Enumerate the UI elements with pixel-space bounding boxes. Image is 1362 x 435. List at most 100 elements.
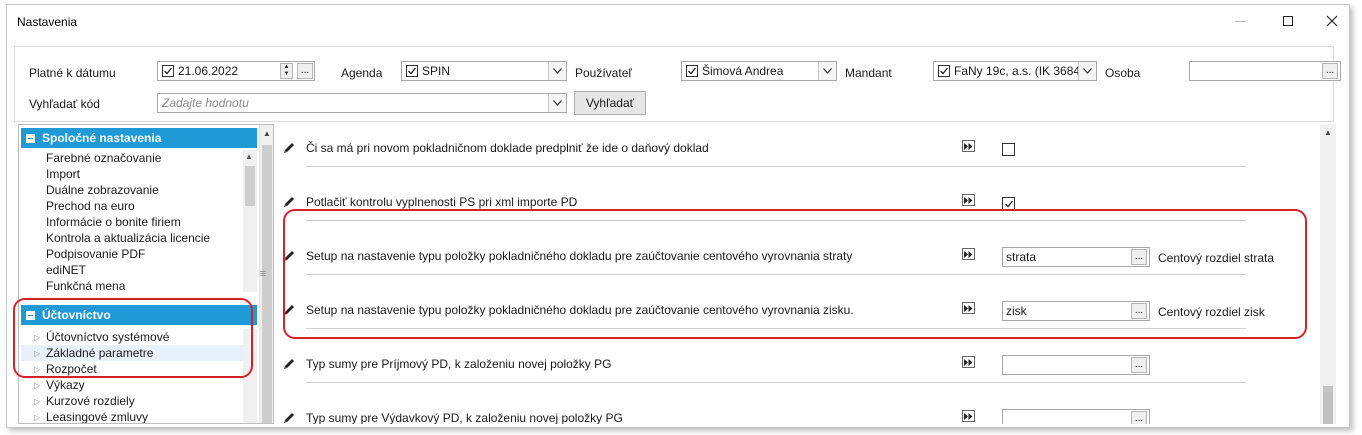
row-divider [306, 382, 1246, 383]
maximize-button[interactable] [1277, 11, 1299, 31]
pencil-icon[interactable] [282, 141, 296, 155]
check-icon [408, 67, 417, 75]
osoba-field[interactable]: ... [1189, 61, 1341, 81]
group-scrollbar[interactable]: ▲ [243, 150, 257, 292]
mandant-dropdown-button[interactable] [1078, 62, 1096, 80]
osoba-label: Osoba [1105, 66, 1141, 80]
group-header-accounting[interactable]: Účtovníctvo [21, 305, 257, 325]
settings-list: Či sa má pri novom pokladničnom doklade … [276, 122, 1344, 424]
tree-item[interactable]: ▷ Rozpočet [21, 361, 97, 377]
value-picker-button[interactable]: ... [1131, 303, 1147, 319]
date-field[interactable]: 21.06.2022 ▲ ▼ ... [157, 61, 315, 81]
tree-item[interactable]: Duálne zobrazovanie [21, 182, 159, 198]
group-header-common[interactable]: Spoločné nastavenia [21, 128, 257, 148]
expand-arrow-icon: ▷ [34, 412, 41, 422]
search-placeholder: Zadajte hodnotu [162, 96, 249, 110]
goto-button[interactable] [962, 194, 975, 206]
settings-scrollbar[interactable]: ▲ [1320, 124, 1336, 424]
pencil-icon[interactable] [282, 249, 296, 263]
settings-tree: Spoločné nastavenia Farebné označovanie … [18, 124, 274, 424]
value-picker-button[interactable]: ... [1131, 249, 1147, 265]
goto-button[interactable] [962, 140, 975, 152]
agenda-checkbox[interactable] [406, 65, 418, 77]
tree-item[interactable]: ediNET [21, 262, 86, 278]
goto-button[interactable] [962, 410, 975, 422]
fast-forward-icon [964, 304, 973, 312]
scroll-up-icon: ▲ [245, 152, 253, 161]
setting-value-field[interactable]: strata ... [1002, 247, 1150, 267]
tree-item[interactable]: Kontrola a aktualizácia licencie [21, 230, 210, 246]
agenda-dropdown-button[interactable] [548, 62, 566, 80]
pencil-icon[interactable] [282, 303, 296, 317]
tree-item[interactable]: Farebné označovanie [21, 150, 161, 166]
panel-splitter[interactable]: ≡ [257, 124, 269, 424]
fast-forward-icon [964, 358, 973, 366]
setting-checkbox[interactable] [1002, 197, 1015, 210]
tree-item[interactable]: ▷ Výkazy [21, 377, 85, 393]
setting-checkbox[interactable] [1002, 143, 1015, 156]
agenda-value: SPIN [422, 64, 451, 78]
fast-forward-icon [964, 196, 973, 204]
fast-forward-icon [964, 412, 973, 420]
group-list-accounting: ▷ Účtovníctvo systémové ▷ Základné paramet… [21, 329, 257, 423]
chevron-down-icon [823, 68, 832, 74]
value-picker-button[interactable]: ... [1131, 357, 1147, 373]
scroll-thumb[interactable] [1323, 386, 1333, 424]
date-picker-button[interactable]: ... [297, 63, 313, 79]
setting-row: Setup na nastavenie typu položky pokladn… [276, 236, 1276, 290]
pencil-icon[interactable] [282, 357, 296, 371]
tree-item[interactable]: Informácie o bonite firiem [21, 214, 181, 230]
tree-item[interactable]: ▷ Leasingové zmluvy [21, 409, 148, 423]
close-button[interactable] [1321, 11, 1343, 31]
tree-item[interactable]: ▷ Základné parametre [21, 345, 243, 361]
tree-item[interactable]: Funkčná mena [21, 278, 125, 294]
mandant-select[interactable]: FaNy 19c, a.s. (IK 36842 [933, 61, 1097, 81]
agenda-select[interactable]: SPIN [401, 61, 567, 81]
user-select[interactable]: Šimová Andrea [681, 61, 837, 81]
maximize-icon [1283, 16, 1293, 26]
setting-description: Setup na nastavenie typu položky pokladn… [306, 303, 854, 317]
row-divider [306, 166, 1246, 167]
pencil-icon[interactable] [282, 195, 296, 209]
setting-value-field[interactable]: ... [1002, 355, 1150, 375]
setting-row: Typ sumy pre Príjmový PD, k založeniu no… [276, 344, 1276, 398]
tree-item[interactable]: ▷ Kurzové rozdiely [21, 393, 135, 409]
goto-button[interactable] [962, 248, 975, 260]
goto-button[interactable] [962, 302, 975, 314]
user-label: Používateľ [575, 66, 632, 80]
spin-up-icon: ▲ [283, 64, 290, 70]
scroll-thumb[interactable] [245, 166, 255, 206]
search-button[interactable]: Vyhľadať [574, 91, 646, 115]
user-checkbox[interactable] [686, 65, 698, 77]
agenda-label: Agenda [341, 66, 383, 80]
spin-down-icon: ▼ [283, 71, 290, 77]
setting-description: Potlačiť kontrolu vyplnenosti PS pri xml… [306, 195, 578, 209]
user-value: Šimová Andrea [702, 64, 784, 78]
search-input[interactable]: Zadajte hodnotu [157, 93, 567, 113]
group-list-common: Farebné označovanie Import Duálne zobraz… [21, 150, 257, 294]
goto-button[interactable] [962, 356, 975, 368]
tree-item[interactable]: Prechod na euro [21, 198, 135, 214]
fast-forward-icon [964, 142, 973, 150]
minimize-button[interactable] [1229, 11, 1251, 31]
mandant-checkbox[interactable] [938, 65, 950, 77]
date-checkbox[interactable] [162, 65, 174, 77]
pencil-icon[interactable] [282, 411, 296, 424]
group-scrollbar[interactable] [243, 329, 257, 423]
user-dropdown-button[interactable] [818, 62, 836, 80]
chevron-down-icon [553, 100, 562, 106]
value-picker-button[interactable]: ... [1131, 411, 1147, 424]
mandant-value: FaNy 19c, a.s. (IK 36842 [954, 64, 1080, 78]
date-spinner[interactable]: ▲ ▼ [280, 63, 293, 79]
expand-arrow-icon: ▷ [34, 396, 41, 406]
osoba-picker-button[interactable]: ... [1322, 63, 1338, 79]
tree-item[interactable]: Import [21, 166, 80, 182]
setting-value: strata [1006, 250, 1037, 264]
setting-value-field[interactable]: zisk ... [1002, 301, 1150, 321]
tree-item[interactable]: Podpisovanie PDF [21, 246, 145, 262]
tree-item[interactable]: ▷ Účtovníctvo systémové [21, 329, 169, 345]
search-dropdown-button[interactable] [548, 94, 566, 112]
collapse-icon [26, 133, 35, 143]
grip-icon: ≡ [259, 268, 267, 280]
setting-value-field[interactable]: ... [1002, 409, 1150, 424]
